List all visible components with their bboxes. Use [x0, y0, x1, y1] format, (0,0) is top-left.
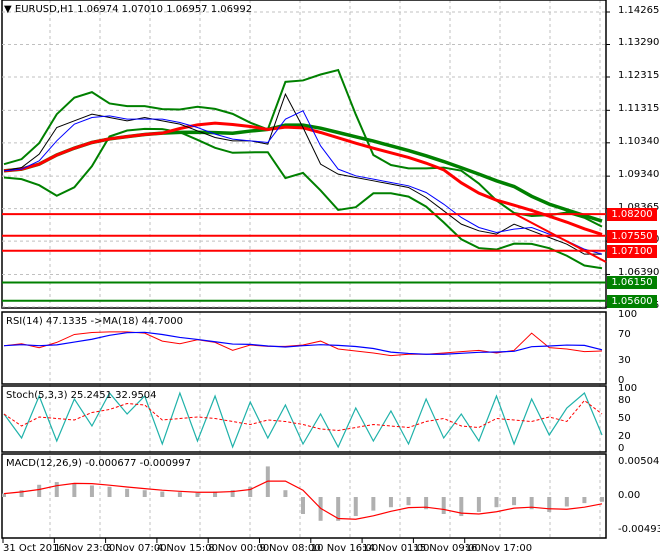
rsi-axis-label: 70 — [618, 328, 631, 340]
price-axis-label: 1.13290 — [618, 37, 660, 49]
level-price-tag: 1.07550 — [607, 229, 657, 243]
macd-axis-label: 0.00 — [618, 490, 641, 501]
stoch-axis-label: 20 — [618, 431, 631, 442]
macd-axis-label: 0.005047 — [618, 455, 660, 467]
rsi-line — [3, 331, 603, 357]
level-price-tag: 1.08200 — [607, 208, 657, 222]
chart-window[interactable]: ▼ EURUSD,H1 1.06974 1.07010 1.06957 1.06… — [0, 0, 660, 560]
dropdown-triangle-icon[interactable]: ▼ — [4, 4, 12, 15]
rsi-ma-line — [3, 331, 603, 355]
ma-fast — [3, 110, 603, 255]
stoch-axis-label: 80 — [618, 395, 631, 406]
low-value: 1.06957 — [166, 4, 208, 15]
level-price-tag: 1.05600 — [607, 294, 657, 308]
close-value: 1.06992 — [210, 4, 253, 15]
price-axis-label: 1.11315 — [618, 103, 660, 115]
symbol-label: EURUSD,H1 — [14, 4, 74, 15]
panel-frame — [1, 0, 607, 309]
level-price-tag: 1.06150 — [607, 276, 657, 290]
rsi-label: RSI(14) 47.1335 ->MA(18) 44.7000 — [6, 316, 183, 327]
rsi-axis-label: 30 — [618, 355, 631, 367]
price-axis-label: 1.09340 — [618, 169, 660, 181]
chart-canvas[interactable] — [0, 0, 660, 560]
stoch-axis-label: 100 — [618, 383, 638, 394]
stoch-label: Stoch(5,3,3) 25.2451 32.9504 — [6, 390, 157, 401]
moving-average-red — [3, 121, 603, 236]
level-price-tag: 1.07100 — [607, 244, 657, 258]
rsi-axis-label: 100 — [618, 309, 638, 320]
macd-axis-label: -0.004931 — [618, 523, 660, 535]
macd-label: MACD(12,26,9) -0.000677 -0.000997 — [6, 458, 191, 469]
time-axis-label: 16 Nov 17:00 — [464, 543, 533, 554]
stoch-axis-label: 0 — [618, 443, 625, 454]
stoch-axis-label: 50 — [618, 413, 631, 424]
price-axis-label: 1.10340 — [618, 135, 660, 147]
stoch-signal-line — [3, 399, 603, 432]
price-axis-label: 1.12315 — [618, 69, 660, 81]
chart-header: ▼ EURUSD,H1 1.06974 1.07010 1.06957 1.06… — [4, 4, 252, 15]
high-value: 1.07010 — [121, 4, 163, 15]
price-axis-label: 1.14265 — [618, 5, 660, 16]
bollinger-lower-band — [3, 127, 603, 270]
open-value: 1.06974 — [77, 4, 119, 15]
